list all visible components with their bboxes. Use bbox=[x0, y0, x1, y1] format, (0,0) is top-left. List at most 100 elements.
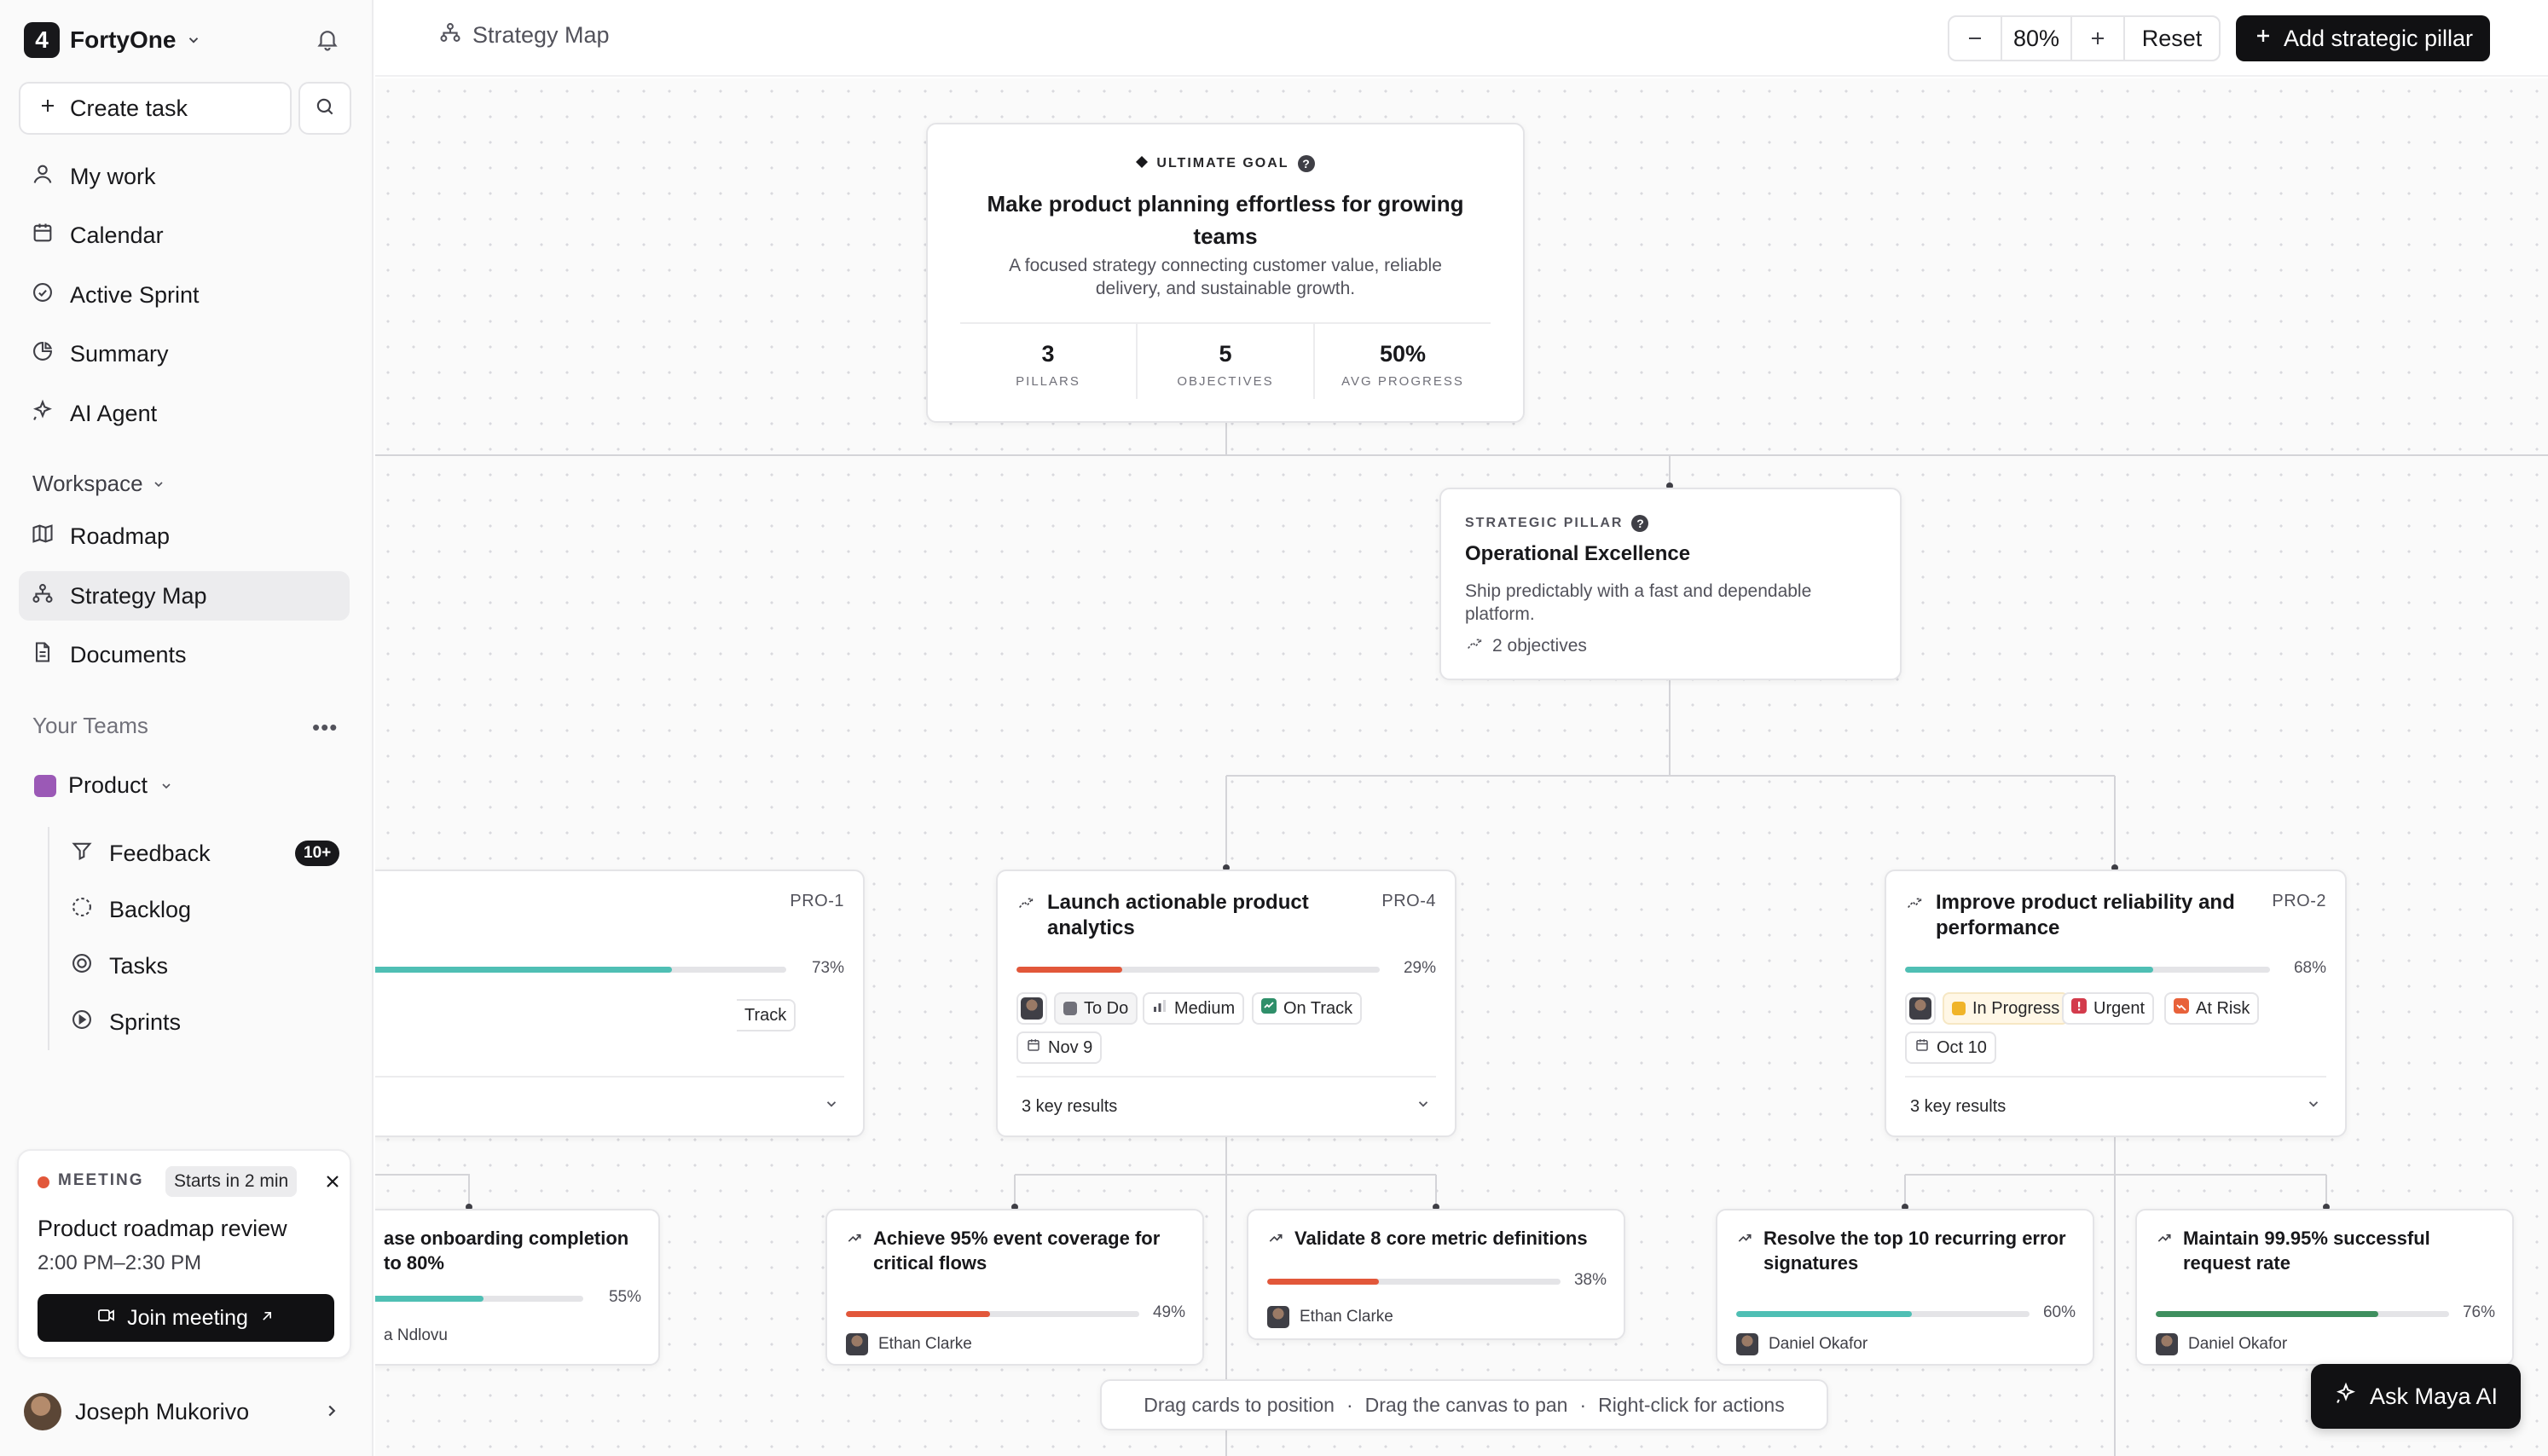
workspace-switcher[interactable]: 4 FortyOne bbox=[24, 22, 201, 58]
nav-active-sprint[interactable]: Active Sprint bbox=[19, 270, 350, 320]
objective-card[interactable]: PRO-1 73% Track bbox=[375, 870, 865, 1137]
health-chip[interactable]: At Risk bbox=[2164, 992, 2260, 1025]
objective-id: PRO-1 bbox=[790, 892, 844, 910]
zoom-level: 80% bbox=[2001, 17, 2072, 60]
key-result-owner: Ethan Clarke bbox=[846, 1333, 972, 1355]
search-button[interactable] bbox=[298, 82, 351, 135]
objective-progress-bar bbox=[1016, 967, 1380, 973]
nav-backlog-label: Backlog bbox=[109, 896, 192, 922]
ultimate-goal-card[interactable]: ULTIMATE GOAL ? Make product planning ef… bbox=[926, 123, 1525, 423]
priority-chip[interactable]: Medium bbox=[1143, 992, 1245, 1025]
nav-tasks[interactable]: Tasks bbox=[70, 945, 168, 987]
key-result-progress-label: 38% bbox=[1573, 1271, 1607, 1289]
key-result-progress-bar bbox=[1267, 1279, 1561, 1285]
objective-card[interactable]: Launch actionable product analytics PRO-… bbox=[996, 870, 1456, 1137]
reset-zoom-button[interactable]: Reset bbox=[2123, 17, 2219, 60]
chevron-down-icon bbox=[1416, 1096, 1431, 1117]
key-result-card[interactable]: Maintain 99.95% successful request rate … bbox=[2135, 1209, 2514, 1366]
status-chip[interactable]: To Do bbox=[1054, 992, 1138, 1025]
user-icon bbox=[31, 162, 55, 192]
assignee-chip[interactable] bbox=[1016, 992, 1047, 1025]
progress-fill bbox=[1736, 1311, 1913, 1317]
notifications-bell-icon[interactable] bbox=[310, 22, 345, 56]
due-date-chip[interactable]: Nov 9 bbox=[1016, 1031, 1103, 1064]
trend-up-icon bbox=[846, 1229, 863, 1275]
sparkle-icon bbox=[31, 399, 55, 429]
zoom-out-button[interactable] bbox=[1949, 17, 2001, 60]
nav-ai-agent[interactable]: AI Agent bbox=[19, 389, 350, 438]
add-strategic-pillar-button[interactable]: Add strategic pillar bbox=[2236, 15, 2490, 61]
help-icon[interactable]: ? bbox=[1297, 155, 1315, 172]
key-result-card[interactable]: Validate 8 core metric definitions 38% E… bbox=[1247, 1209, 1625, 1340]
key-result-card[interactable]: ase onboarding completion to 80% 55% a N… bbox=[375, 1209, 660, 1366]
due-date-chip[interactable]: Oct 10 bbox=[1905, 1031, 1996, 1064]
strategy-canvas[interactable]: ULTIMATE GOAL ? Make product planning ef… bbox=[375, 78, 2548, 1456]
assignee-chip[interactable] bbox=[1905, 992, 1936, 1025]
key-results-toggle[interactable] bbox=[375, 1076, 844, 1135]
nav-documents[interactable]: Documents bbox=[19, 630, 350, 679]
strategic-pillar-card[interactable]: STRATEGIC PILLAR ? Operational Excellenc… bbox=[1439, 488, 1902, 680]
key-results-toggle[interactable]: 3 key results bbox=[1016, 1076, 1436, 1135]
nav-strategy-map[interactable]: Strategy Map bbox=[19, 571, 350, 621]
progress-fill bbox=[375, 1296, 484, 1302]
key-result-header: Achieve 95% event coverage for critical … bbox=[846, 1226, 1189, 1275]
key-result-card[interactable]: Achieve 95% event coverage for critical … bbox=[825, 1209, 1204, 1366]
key-result-progress-bar bbox=[1736, 1311, 2030, 1317]
workspace-section-label: Workspace bbox=[32, 471, 143, 496]
create-task-button[interactable]: Create task bbox=[19, 82, 292, 135]
nav-sprints-label: Sprints bbox=[109, 1008, 182, 1035]
add-strategic-pillar-label: Add strategic pillar bbox=[2283, 25, 2474, 51]
status-label: In Progress bbox=[1972, 998, 2060, 1018]
zoom-in-button[interactable] bbox=[2072, 17, 2123, 60]
stat-label: OBJECTIVES bbox=[1177, 374, 1274, 389]
avatar bbox=[846, 1333, 868, 1355]
nav-sprints[interactable]: Sprints bbox=[70, 1001, 181, 1043]
ask-maya-ai-label: Ask Maya AI bbox=[2369, 1383, 2499, 1409]
canvas-hint-bar: Drag cards to position · Drag the canvas… bbox=[1100, 1379, 1828, 1430]
pillar-kicker: STRATEGIC PILLAR ? bbox=[1465, 515, 1649, 532]
nav-calendar[interactable]: Calendar bbox=[19, 211, 350, 260]
objective-progress-label: 29% bbox=[1403, 959, 1436, 977]
key-result-title: Validate 8 core metric definitions bbox=[1294, 1228, 1588, 1249]
teams-more-icon[interactable]: ••• bbox=[312, 714, 338, 741]
health-chip[interactable]: On Track bbox=[1252, 992, 1363, 1025]
play-circle-icon bbox=[70, 1008, 94, 1037]
key-results-toggle[interactable]: 3 key results bbox=[1905, 1076, 2326, 1135]
help-icon[interactable]: ? bbox=[1631, 515, 1649, 532]
join-meeting-button[interactable]: Join meeting bbox=[38, 1294, 334, 1342]
health-chip[interactable]: Track bbox=[737, 999, 796, 1031]
avatar bbox=[1909, 997, 1931, 1020]
priority-chip[interactable]: Urgent bbox=[2062, 992, 2155, 1025]
key-result-owner: Ethan Clarke bbox=[1267, 1306, 1393, 1328]
nav-summary[interactable]: Summary bbox=[19, 329, 350, 378]
chip-label: Track bbox=[744, 1005, 787, 1025]
nav-roadmap-label: Roadmap bbox=[70, 523, 171, 549]
key-result-card[interactable]: Resolve the top 10 recurring error signa… bbox=[1716, 1209, 2094, 1366]
user-profile-button[interactable]: Joseph Mukorivo bbox=[24, 1393, 249, 1430]
close-icon[interactable] bbox=[319, 1168, 346, 1195]
key-result-progress-bar bbox=[2156, 1311, 2449, 1317]
team-product-toggle[interactable]: Product bbox=[34, 772, 173, 799]
chevron-right-icon[interactable] bbox=[322, 1401, 341, 1424]
funnel-icon bbox=[70, 839, 94, 869]
owner-name: Ethan Clarke bbox=[1300, 1308, 1393, 1326]
objective-title: Launch actionable product analytics bbox=[1047, 891, 1309, 939]
nav-my-work[interactable]: My work bbox=[19, 152, 350, 201]
ask-maya-ai-button[interactable]: Ask Maya AI bbox=[2311, 1364, 2521, 1429]
diamond-icon bbox=[1136, 155, 1149, 172]
objective-card[interactable]: Improve product reliability and performa… bbox=[1885, 870, 2347, 1137]
nav-roadmap[interactable]: Roadmap bbox=[19, 511, 350, 561]
status-chip[interactable]: In Progress bbox=[1943, 992, 2070, 1025]
objective-header: Launch actionable product analytics bbox=[1016, 890, 1346, 941]
nav-feedback[interactable]: Feedback bbox=[70, 832, 211, 875]
nav-backlog[interactable]: Backlog bbox=[70, 888, 191, 931]
key-result-title: Resolve the top 10 recurring error signa… bbox=[1763, 1228, 2066, 1274]
trend-icon bbox=[1905, 893, 1924, 916]
objective-id: PRO-4 bbox=[1381, 892, 1436, 910]
objective-progress-label: 73% bbox=[811, 959, 844, 977]
workspace-section-toggle[interactable]: Workspace bbox=[32, 471, 165, 497]
priority-label: Medium bbox=[1174, 998, 1236, 1018]
avatar bbox=[2156, 1333, 2178, 1355]
key-result-progress-label: 49% bbox=[1152, 1303, 1185, 1321]
status-todo-icon bbox=[1063, 1002, 1077, 1015]
